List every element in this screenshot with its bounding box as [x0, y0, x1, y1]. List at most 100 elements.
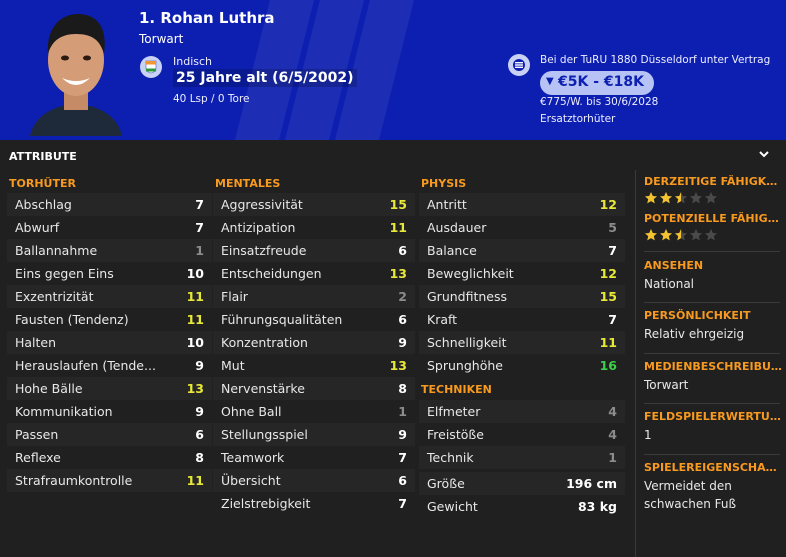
india-flag-icon[interactable] — [140, 56, 162, 78]
attribute-value: 15 — [599, 289, 617, 304]
attribute-row[interactable]: Halten 10 — [7, 331, 212, 354]
attribute-row[interactable]: Ballannahme 1 — [7, 239, 212, 262]
measure-value: 83 kg — [577, 499, 617, 514]
attribute-row[interactable]: Schnelligkeit 11 — [419, 331, 625, 354]
chevron-down-icon[interactable] — [758, 148, 770, 162]
player-position: Torwart — [139, 32, 184, 46]
column-heading: TORHÜTER — [9, 177, 76, 190]
attribute-row[interactable]: Entscheidungen 13 — [213, 262, 415, 285]
attribute-row[interactable]: Passen 6 — [7, 423, 212, 446]
attribute-value: 6 — [398, 473, 407, 488]
attribute-row[interactable]: Teamwork 7 — [213, 446, 415, 469]
attribute-value: 11 — [186, 312, 204, 327]
star-icon — [704, 229, 718, 241]
attribute-name: Flair — [221, 289, 248, 304]
attribute-name: Antritt — [427, 197, 467, 212]
contract-club[interactable]: Bei der TuRU 1880 Düsseldorf unter Vertr… — [540, 54, 770, 66]
potential-ability-label: POTENZIELLE FÄHIGKEIT — [644, 212, 782, 225]
column-heading: PHYSIS — [421, 177, 467, 190]
player-traits-block[interactable]: SPIELEREIGENSCHAFTEN Vermeidet den schwa… — [644, 461, 782, 513]
attribute-name: Mut — [221, 358, 245, 373]
attribute-value: 10 — [186, 266, 204, 281]
attribute-value: 7 — [398, 450, 407, 465]
attribute-row[interactable]: Herauslaufen (Tende... 9 — [7, 354, 212, 377]
attribute-row[interactable]: Kommunikation 9 — [7, 400, 212, 423]
player-age: 25 Jahre alt (6/5/2002) — [173, 69, 357, 87]
measure-row[interactable]: Gewicht 83 kg — [419, 495, 625, 518]
attribute-row[interactable]: Nervenstärke 8 — [213, 377, 415, 400]
attribute-row[interactable]: Technik 1 — [419, 446, 625, 469]
attribute-name: Einsatzfreude — [221, 243, 307, 258]
attribute-name: Ohne Ball — [221, 404, 282, 419]
attribute-value: 4 — [608, 404, 617, 419]
attribute-row[interactable]: Mut 13 — [213, 354, 415, 377]
star-icon — [689, 229, 703, 241]
current-ability-label: DERZEITIGE FÄHIGKEIT — [644, 175, 782, 188]
star-icon — [659, 229, 673, 241]
attribute-row[interactable]: Strafraumkontrolle 11 — [7, 469, 212, 492]
attributes-section-bar[interactable]: ATTRIBUTE — [0, 145, 786, 167]
attribute-row[interactable]: Elfmeter 4 — [419, 400, 625, 423]
attribute-row[interactable]: Ohne Ball 1 — [213, 400, 415, 423]
attribute-row[interactable]: Freistöße 4 — [419, 423, 625, 446]
transfer-value[interactable]: ▼ €5K - €18K — [540, 71, 654, 95]
attribute-value: 1 — [195, 243, 204, 258]
attribute-value: 15 — [389, 197, 407, 212]
attribute-row[interactable]: Abschlag 7 — [7, 193, 212, 216]
attribute-row[interactable]: Stellungsspiel 9 — [213, 423, 415, 446]
attribute-row[interactable]: Balance 7 — [419, 239, 625, 262]
attribute-value: 9 — [398, 427, 407, 442]
attribute-value: 11 — [389, 220, 407, 235]
measure-name: Größe — [427, 476, 465, 491]
attribute-row[interactable]: Sprunghöhe 16 — [419, 354, 625, 377]
attribute-row[interactable]: Einsatzfreude 6 — [213, 239, 415, 262]
international-apps: 40 Lsp / 0 Tore — [173, 93, 250, 105]
attribute-row[interactable]: Ausdauer 5 — [419, 216, 625, 239]
attribute-row[interactable]: Führungsqualitäten 6 — [213, 308, 415, 331]
attribute-row[interactable]: Grundfitness 15 — [419, 285, 625, 308]
attribute-row[interactable]: Konzentration 9 — [213, 331, 415, 354]
star-icon — [644, 229, 658, 241]
attribute-row[interactable]: Aggressivität 15 — [213, 193, 415, 216]
attribute-row[interactable]: Kraft 7 — [419, 308, 625, 331]
personality-block: PERSÖNLICHKEIT Relativ ehrgeizig — [644, 309, 782, 343]
technical-heading: TECHNIKEN — [421, 383, 492, 396]
attribute-name: Strafraumkontrolle — [15, 473, 133, 488]
attribute-row[interactable]: Antritt 12 — [419, 193, 625, 216]
divider — [644, 454, 780, 455]
star-icon — [644, 192, 658, 204]
attribute-row[interactable]: Flair 2 — [213, 285, 415, 308]
current-ability-block[interactable]: DERZEITIGE FÄHIGKEIT — [644, 175, 782, 205]
attribute-value: 9 — [195, 404, 204, 419]
potential-ability-stars — [644, 228, 782, 242]
attribute-value: 12 — [599, 266, 617, 281]
attribute-value: 16 — [599, 358, 617, 373]
player-name: 1. Rohan Luthra — [139, 9, 275, 27]
player-traits-value: Vermeidet den schwachen Fuß — [644, 479, 737, 511]
attribute-row[interactable]: Beweglichkeit 12 — [419, 262, 625, 285]
attribute-name: Sprunghöhe — [427, 358, 503, 373]
attribute-row[interactable]: Fausten (Tendenz) 11 — [7, 308, 212, 331]
club-crest-icon[interactable] — [508, 54, 530, 76]
down-arrow-icon: ▼ — [546, 76, 554, 87]
attribute-row[interactable]: Übersicht 6 — [213, 469, 415, 492]
measure-row[interactable]: Größe 196 cm — [419, 472, 625, 495]
measure-value: 196 cm — [566, 476, 617, 491]
nationality[interactable]: Indisch — [173, 55, 212, 68]
attribute-row[interactable]: Exzentrizität 11 — [7, 285, 212, 308]
attribute-row[interactable]: Zielstrebigkeit 7 — [213, 492, 415, 515]
outfield-rating-value: 1 — [644, 428, 652, 442]
attribute-row[interactable]: Hohe Bälle 13 — [7, 377, 212, 400]
attribute-row[interactable]: Eins gegen Eins 10 — [7, 262, 212, 285]
star-icon — [674, 192, 688, 204]
attribute-name: Beweglichkeit — [427, 266, 514, 281]
attribute-row[interactable]: Abwurf 7 — [7, 216, 212, 239]
attribute-row[interactable]: Antizipation 11 — [213, 216, 415, 239]
attribute-name: Halten — [15, 335, 57, 350]
divider — [644, 302, 780, 303]
attribute-row[interactable]: Reflexe 8 — [7, 446, 212, 469]
player-photo — [30, 14, 122, 136]
attribute-name: Aggressivität — [221, 197, 303, 212]
reputation-label: ANSEHEN — [644, 259, 704, 272]
potential-ability-block[interactable]: POTENZIELLE FÄHIGKEIT — [644, 212, 782, 242]
